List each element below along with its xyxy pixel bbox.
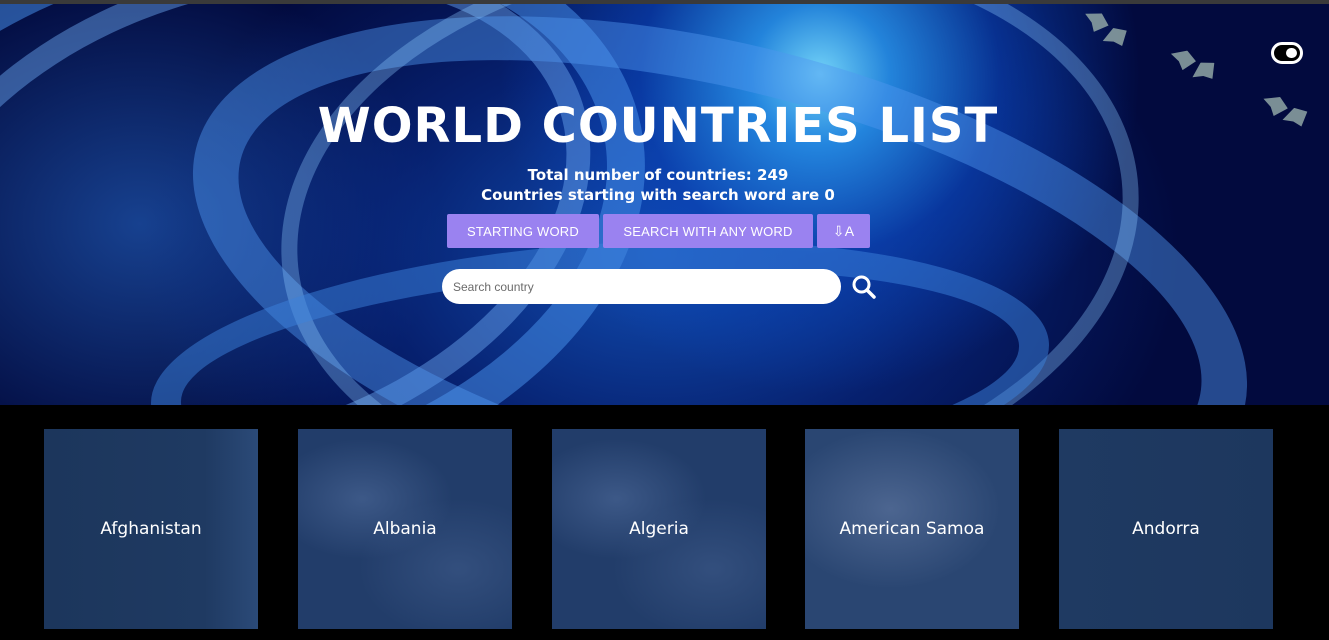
sort-alpha-down-icon: ⇩A	[832, 222, 855, 239]
theme-toggle[interactable]	[1271, 42, 1303, 64]
country-card[interactable]: Albania	[298, 429, 512, 629]
country-card[interactable]: Andorra	[1059, 429, 1273, 629]
country-name: Andorra	[1132, 519, 1200, 539]
search-any-word-button[interactable]: SEARCH WITH ANY WORD	[603, 214, 813, 248]
country-card[interactable]: Algeria	[552, 429, 766, 629]
country-name: American Samoa	[839, 519, 985, 539]
country-name: Afghanistan	[100, 519, 202, 539]
search-result-count: Countries starting with search word are …	[481, 186, 835, 204]
country-name: Albania	[373, 519, 437, 539]
decorative-shape	[1080, 8, 1111, 36]
total-countries-text: Total number of countries: 249	[527, 166, 789, 184]
page-title: WORLD COUNTRIES LIST	[317, 98, 999, 154]
hero-banner	[0, 4, 1329, 405]
toggle-icon	[1286, 48, 1297, 58]
decorative-shape	[1100, 23, 1133, 53]
country-name: Algeria	[629, 519, 689, 539]
search-icon[interactable]	[851, 274, 877, 300]
decorative-shape	[1168, 48, 1197, 72]
sort-button[interactable]: ⇩A	[817, 214, 870, 248]
country-card[interactable]: Afghanistan	[44, 429, 258, 629]
starting-word-button[interactable]: STARTING WORD	[447, 214, 599, 248]
country-card[interactable]: American Samoa	[805, 429, 1019, 629]
search-input[interactable]	[442, 269, 841, 304]
